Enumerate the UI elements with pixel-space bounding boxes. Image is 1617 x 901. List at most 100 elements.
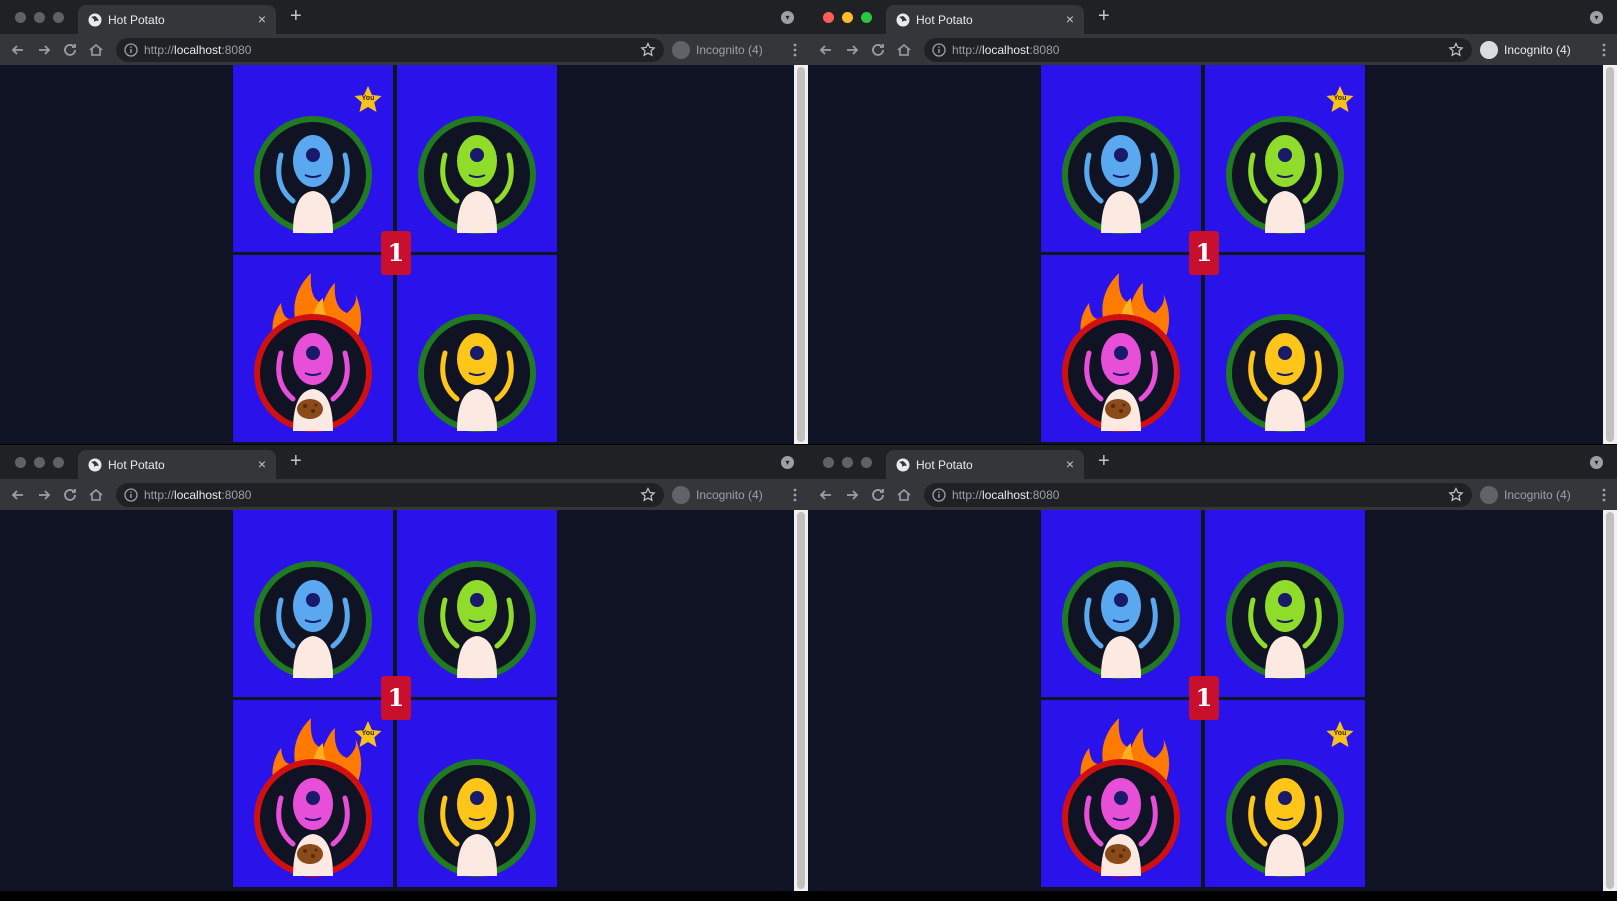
scrollbar-thumb[interactable] [797,512,805,889]
green-alien-avatar[interactable] [1225,560,1345,680]
address-bar[interactable]: http://localhost:8080 [116,483,664,507]
new-tab-icon[interactable]: + [290,6,302,26]
green-alien-avatar[interactable] [417,560,537,680]
info-icon[interactable] [932,43,946,57]
home-icon[interactable] [86,485,106,505]
blue-alien-avatar[interactable] [1061,560,1181,680]
menu-icon[interactable] [1601,40,1607,60]
address-bar[interactable]: http://localhost:8080 [924,38,1472,62]
blue-alien-avatar[interactable] [1061,115,1181,235]
player-cell-green-alien[interactable] [397,510,557,697]
blue-alien-avatar[interactable] [253,115,373,235]
zoom-window-button[interactable] [861,12,872,23]
player-cell-blue-alien[interactable] [233,510,393,697]
tab-search-icon[interactable]: ▾ [781,11,794,24]
tab-search-icon[interactable]: ▾ [1590,11,1603,24]
player-cell-yellow-alien[interactable] [397,255,557,442]
player-cell-pink-alien[interactable]: You [233,700,393,887]
player-cell-pink-alien[interactable] [1041,255,1201,442]
player-cell-blue-alien[interactable] [1041,510,1201,697]
forward-icon[interactable] [842,485,862,505]
reload-icon[interactable] [60,485,80,505]
menu-icon[interactable] [792,485,798,505]
info-icon[interactable] [932,488,946,502]
yellow-alien-avatar[interactable] [1225,313,1345,433]
address-bar[interactable]: http://localhost:8080 [924,483,1472,507]
home-icon[interactable] [894,485,914,505]
scrollbar-thumb[interactable] [797,67,805,442]
home-icon[interactable] [894,40,914,60]
blue-alien-avatar[interactable] [253,560,373,680]
scrollbar[interactable] [1603,510,1617,891]
close-tab-icon[interactable]: × [1066,456,1074,472]
player-cell-yellow-alien[interactable] [397,700,557,887]
close-window-button[interactable] [15,12,26,23]
incognito-profile-button[interactable]: Incognito (4) [672,483,772,507]
back-icon[interactable] [816,40,836,60]
close-window-button[interactable] [823,12,834,23]
new-tab-icon[interactable]: + [1098,451,1110,471]
browser-tab[interactable]: Hot Potato × [886,5,1084,34]
zoom-window-button[interactable] [861,457,872,468]
reload-icon[interactable] [60,40,80,60]
green-alien-avatar[interactable] [1225,115,1345,235]
minimize-window-button[interactable] [34,457,45,468]
minimize-window-button[interactable] [842,12,853,23]
browser-tab[interactable]: Hot Potato × [78,450,276,479]
forward-icon[interactable] [34,485,54,505]
back-icon[interactable] [8,40,28,60]
player-cell-pink-alien[interactable] [233,255,393,442]
yellow-alien-avatar[interactable] [417,758,537,878]
player-cell-green-alien[interactable] [1205,510,1365,697]
browser-tab[interactable]: Hot Potato × [886,450,1084,479]
menu-icon[interactable] [792,40,798,60]
new-tab-icon[interactable]: + [1098,6,1110,26]
tab-search-icon[interactable]: ▾ [1590,456,1603,469]
green-alien-avatar[interactable] [417,115,537,235]
scrollbar-thumb[interactable] [1606,512,1614,889]
scrollbar[interactable] [1603,65,1617,444]
close-tab-icon[interactable]: × [258,456,266,472]
reload-icon[interactable] [868,40,888,60]
yellow-alien-avatar[interactable] [417,313,537,433]
forward-icon[interactable] [842,40,862,60]
reload-icon[interactable] [868,485,888,505]
scrollbar[interactable] [794,65,808,444]
back-icon[interactable] [8,485,28,505]
incognito-profile-button[interactable]: Incognito (4) [1480,38,1580,62]
new-tab-icon[interactable]: + [290,451,302,471]
info-icon[interactable] [124,488,138,502]
info-icon[interactable] [124,43,138,57]
player-cell-green-alien[interactable] [397,65,557,252]
scrollbar-thumb[interactable] [1606,67,1614,442]
player-cell-blue-alien[interactable]: You [233,65,393,252]
player-cell-yellow-alien[interactable]: You [1205,700,1365,887]
player-cell-blue-alien[interactable] [1041,65,1201,252]
bookmark-star-icon[interactable] [640,42,656,58]
menu-icon[interactable] [1601,485,1607,505]
bookmark-star-icon[interactable] [1448,42,1464,58]
incognito-profile-button[interactable]: Incognito (4) [672,38,772,62]
tab-search-icon[interactable]: ▾ [781,456,794,469]
player-cell-yellow-alien[interactable] [1205,255,1365,442]
close-tab-icon[interactable]: × [258,11,266,27]
address-bar[interactable]: http://localhost:8080 [116,38,664,62]
close-tab-icon[interactable]: × [1066,11,1074,27]
back-icon[interactable] [816,485,836,505]
minimize-window-button[interactable] [842,457,853,468]
bookmark-star-icon[interactable] [1448,487,1464,503]
bookmark-star-icon[interactable] [640,487,656,503]
minimize-window-button[interactable] [34,12,45,23]
scrollbar[interactable] [794,510,808,891]
browser-tab[interactable]: Hot Potato × [78,5,276,34]
zoom-window-button[interactable] [53,12,64,23]
close-window-button[interactable] [15,457,26,468]
yellow-alien-avatar[interactable] [1225,758,1345,878]
player-cell-green-alien[interactable]: You [1205,65,1365,252]
forward-icon[interactable] [34,40,54,60]
home-icon[interactable] [86,40,106,60]
close-window-button[interactable] [823,457,834,468]
zoom-window-button[interactable] [53,457,64,468]
player-cell-pink-alien[interactable] [1041,700,1201,887]
incognito-profile-button[interactable]: Incognito (4) [1480,483,1580,507]
